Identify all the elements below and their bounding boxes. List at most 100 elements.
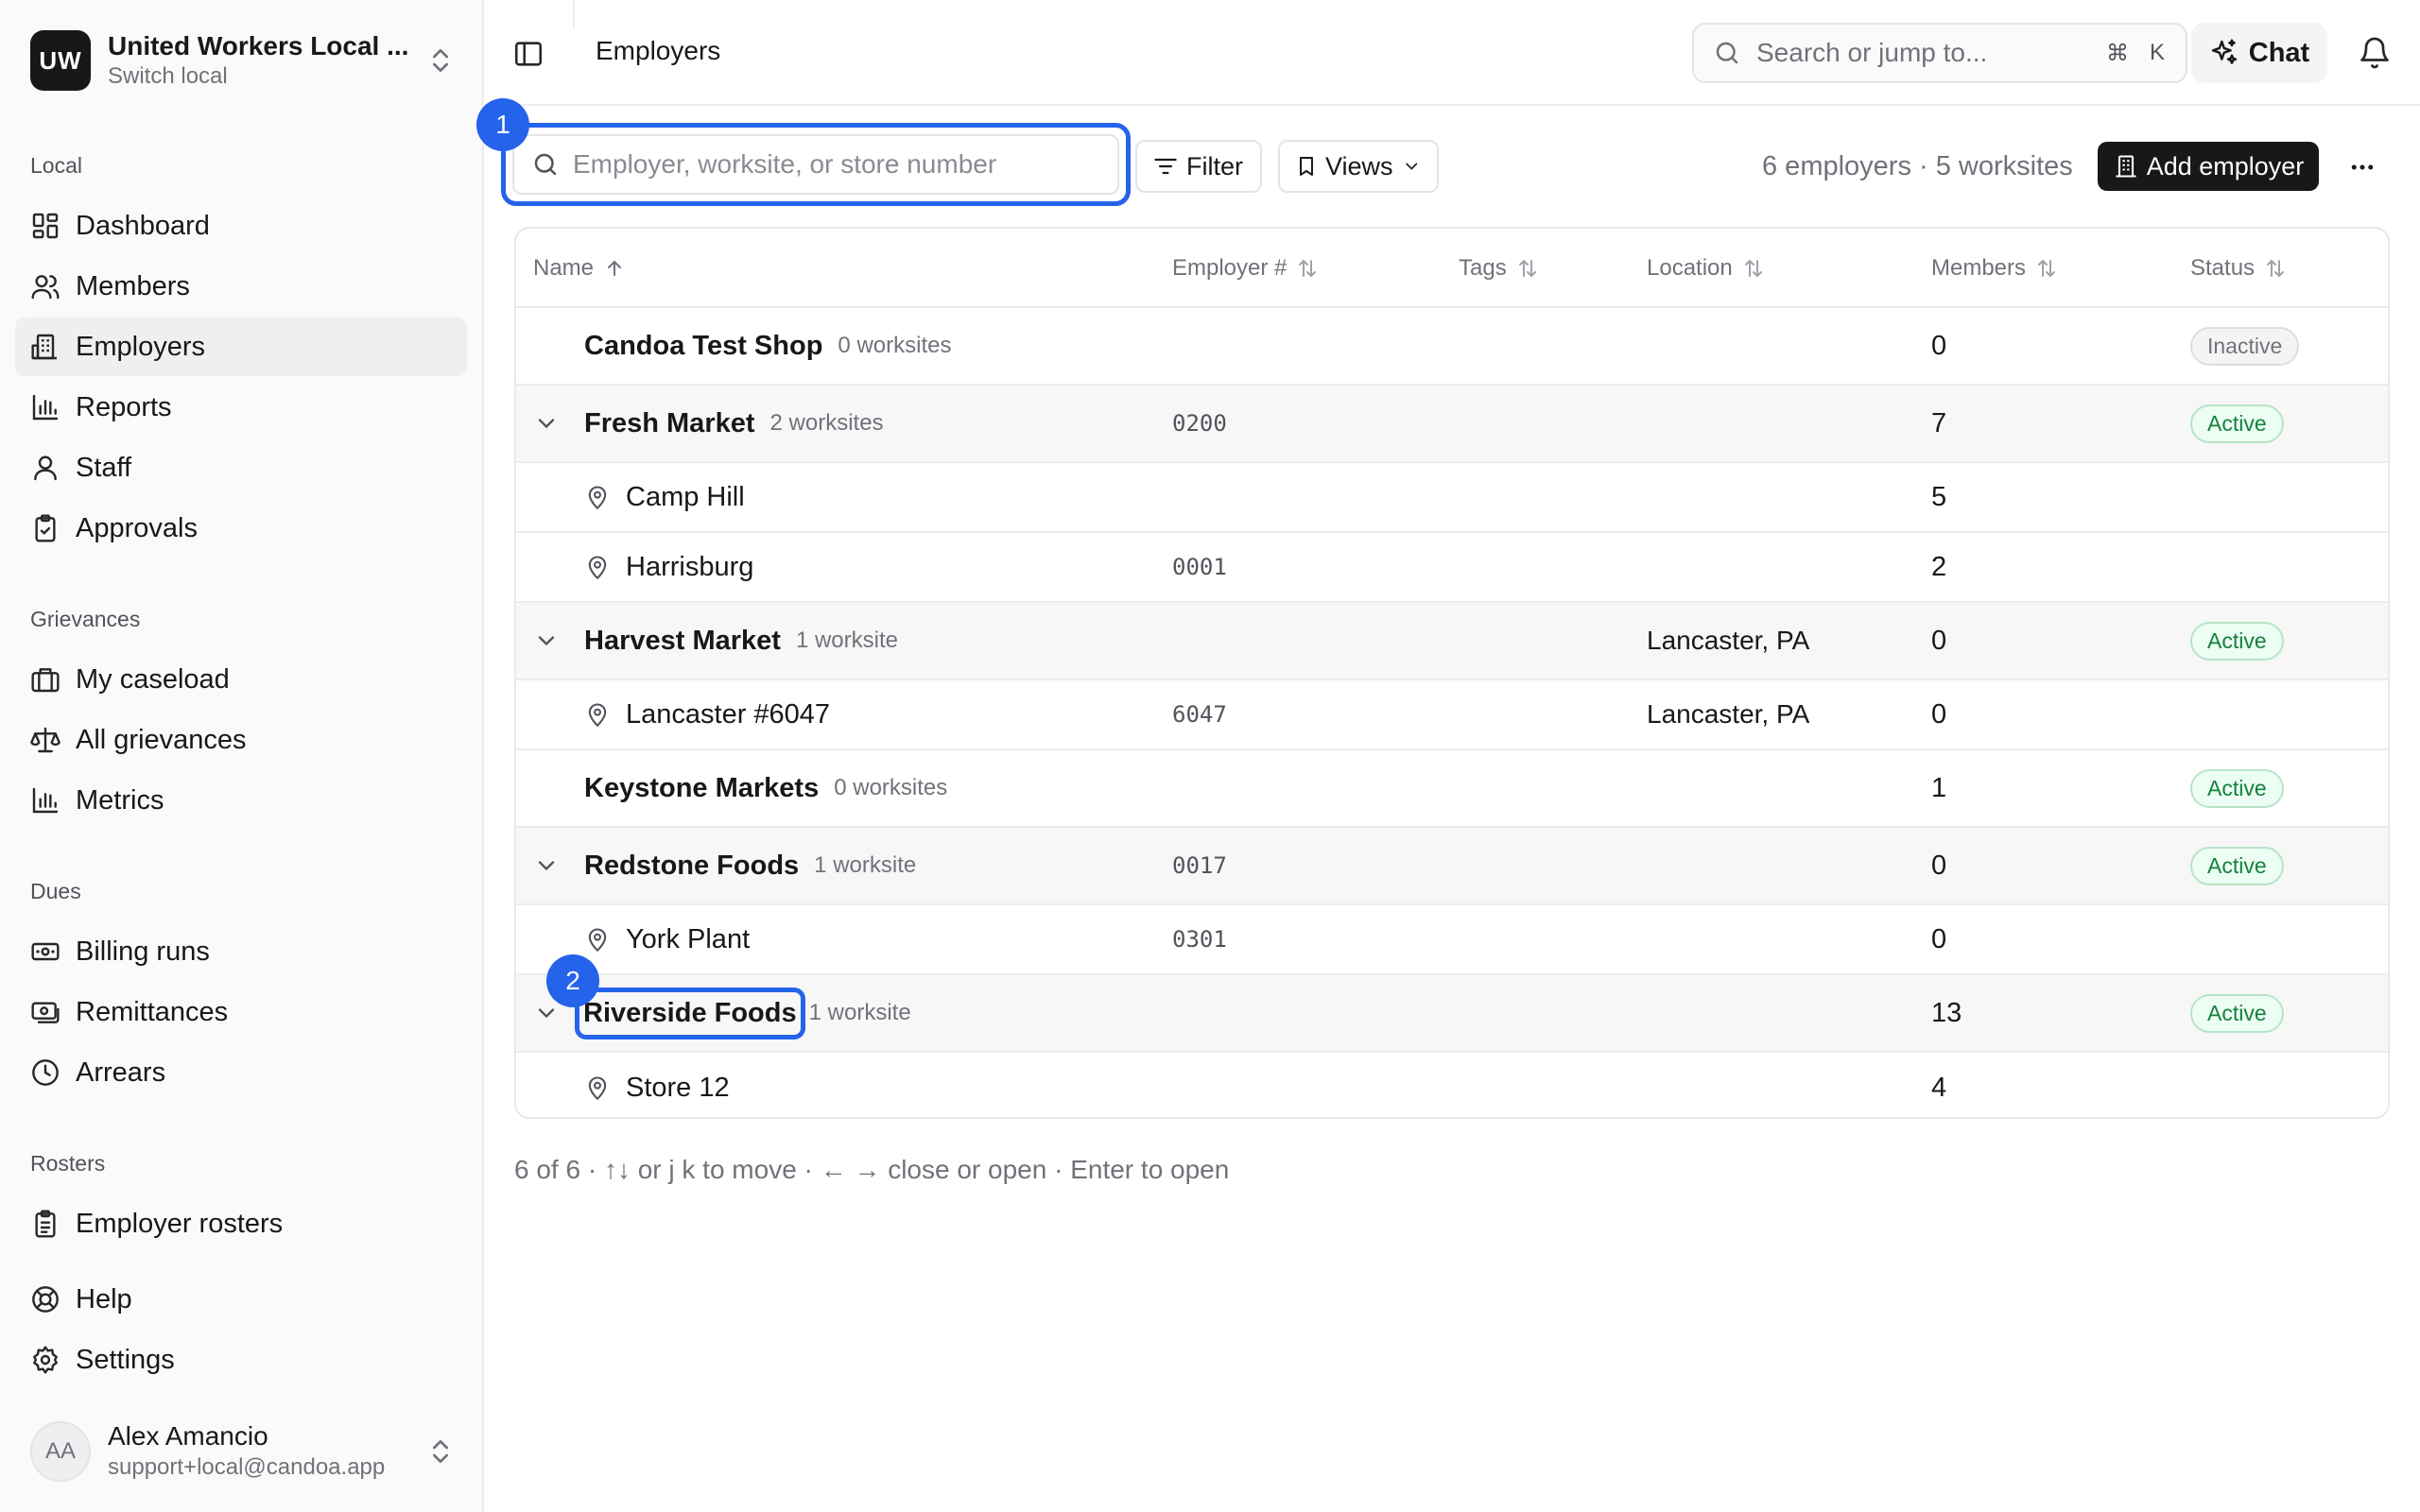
employer-name[interactable]: Keystone Markets <box>584 773 819 804</box>
worksite-name[interactable]: Lancaster #6047 <box>626 699 830 730</box>
worksite-row[interactable]: York Plant 0301 0 <box>516 905 2388 975</box>
worksite-name[interactable]: York Plant <box>626 924 750 955</box>
sidebar-item-my-caseload[interactable]: My caseload <box>15 650 467 709</box>
sort-icon <box>1744 259 1762 278</box>
column-header-name[interactable]: Name <box>533 255 626 282</box>
sidebar-item-label: Remittances <box>76 997 229 1027</box>
sidebar-item-reports[interactable]: Reports <box>15 378 467 437</box>
org-name: United Workers Local ... <box>108 31 409 60</box>
location: Lancaster, PA <box>1647 626 1810 655</box>
group-label-rosters: Rosters <box>30 1151 106 1176</box>
employer-name[interactable]: Riverside Foods <box>575 987 805 1040</box>
employer-name[interactable]: Redstone Foods <box>584 850 799 882</box>
worksite-name[interactable]: Camp Hill <box>626 482 745 513</box>
sort-icon <box>2038 259 2056 278</box>
status-badge: Active <box>2190 621 2284 661</box>
expand-toggle[interactable] <box>533 603 560 679</box>
worksite-row[interactable]: Lancaster #6047 6047 Lancaster, PA 0 <box>516 680 2388 750</box>
worksite-row[interactable]: Harrisburg 0001 2 <box>516 533 2388 603</box>
chevron-down-icon <box>538 419 555 429</box>
employer-row[interactable]: Fresh Market 2 worksites 0200 7 Active <box>516 386 2388 463</box>
worksite-row[interactable]: Store 12 4 <box>516 1053 2388 1117</box>
worksite-name[interactable]: Store 12 <box>626 1073 730 1104</box>
column-label: Name <box>533 255 595 281</box>
column-label: Members <box>1931 255 2027 281</box>
members-count: 0 <box>1931 850 1947 881</box>
sidebar-item-dashboard[interactable]: Dashboard <box>15 197 467 255</box>
sidebar-item-label: Metrics <box>76 785 164 816</box>
sidebar-item-employers[interactable]: Employers <box>15 318 467 376</box>
employer-row[interactable]: Candoa Test Shop 0 worksites 0 Inactive <box>516 308 2388 386</box>
sidebar-item-billing-runs[interactable]: Billing runs <box>15 922 467 981</box>
add-employer-button[interactable]: Add employer <box>2098 142 2319 191</box>
map-pin-icon <box>588 928 607 953</box>
expand-toggle[interactable] <box>533 386 560 461</box>
employer-search-field[interactable] <box>512 134 1119 195</box>
more-horizontal-icon[interactable] <box>2348 153 2377 181</box>
employer-counts: 6 employers · 5 worksites <box>1762 151 2073 181</box>
sidebar-item-remittances[interactable]: Remittances <box>15 983 467 1041</box>
worksite-count: 0 worksites <box>834 775 948 800</box>
chevron-down-icon <box>538 861 555 871</box>
members-count: 4 <box>1931 1072 1947 1103</box>
sparkles-icon <box>2211 39 2237 64</box>
employer-search-highlight <box>501 123 1131 206</box>
filter-button[interactable]: Filter <box>1135 140 1262 193</box>
sidebar-item-arrears[interactable]: Arrears <box>15 1043 467 1102</box>
life-buoy-icon <box>32 1286 59 1313</box>
employer-name[interactable]: Candoa Test Shop <box>584 331 822 362</box>
org-switcher[interactable]: UW United Workers Local ... Switch local <box>30 28 456 93</box>
group-label-grievances: Grievances <box>30 607 141 631</box>
employer-name[interactable]: Fresh Market <box>584 408 755 439</box>
employer-row[interactable]: Keystone Markets 0 worksites 1 Active <box>516 750 2388 828</box>
column-header-tags[interactable]: Tags <box>1459 255 1539 282</box>
sidebar-toggle-icon[interactable] <box>512 38 544 70</box>
sidebar-item-label: All grievances <box>76 725 247 755</box>
user-menu[interactable]: AA Alex Amancio support+local@candoa.app <box>30 1418 456 1486</box>
column-header-status[interactable]: Status <box>2190 255 2287 282</box>
sidebar-item-settings[interactable]: Settings <box>15 1331 467 1389</box>
column-header-location[interactable]: Location <box>1647 255 1765 282</box>
divider <box>573 0 575 28</box>
worksite-count: 0 worksites <box>838 333 952 358</box>
employer-row[interactable]: Redstone Foods 1 worksite 0017 0 Active <box>516 828 2388 905</box>
employer-row[interactable]: Riverside Foods 1 worksite 13 Active <box>516 975 2388 1053</box>
page-title: Employers <box>596 36 721 65</box>
chat-button[interactable]: Chat <box>2191 23 2327 83</box>
views-button[interactable]: Views <box>1278 140 1439 193</box>
employer-name[interactable]: Harvest Market <box>584 626 781 657</box>
column-header-members[interactable]: Members <box>1931 255 2058 282</box>
sidebar-item-employer-rosters[interactable]: Employer rosters <box>15 1194 467 1253</box>
sidebar-item-staff[interactable]: Staff <box>15 438 467 497</box>
worksite-count: 1 worksite <box>808 1000 911 1025</box>
clock-icon <box>32 1059 59 1086</box>
worksite-row[interactable]: Camp Hill 5 <box>516 463 2388 533</box>
employer-number: 0017 <box>1172 852 1227 879</box>
column-label: Tags <box>1459 255 1507 281</box>
members-count: 2 <box>1931 551 1947 582</box>
sidebar-item-label: Dashboard <box>76 211 210 241</box>
members-count: 0 <box>1931 698 1947 730</box>
sidebar-item-all-grievances[interactable]: All grievances <box>15 711 467 769</box>
employer-number: 0200 <box>1172 410 1227 437</box>
sidebar-item-members[interactable]: Members <box>15 257 467 316</box>
bookmark-icon <box>1299 157 1313 176</box>
column-header-employer-number[interactable]: Employer # <box>1172 255 1319 282</box>
sidebar-item-label: Staff <box>76 453 132 483</box>
employer-number: 6047 <box>1172 701 1227 728</box>
sidebar-item-help[interactable]: Help <box>15 1270 467 1329</box>
status-badge: Active <box>2190 846 2284 885</box>
sidebar-item-metrics[interactable]: Metrics <box>15 771 467 830</box>
clipboard-check-icon <box>35 514 56 542</box>
dashboard-icon <box>32 213 59 239</box>
expand-toggle[interactable] <box>533 828 560 903</box>
avatar: AA <box>30 1421 91 1482</box>
sidebar-item-approvals[interactable]: Approvals <box>15 499 467 558</box>
bell-icon[interactable] <box>2358 36 2392 70</box>
global-search[interactable]: Search or jump to... ⌘ K <box>1692 23 2187 83</box>
employer-search-input[interactable] <box>573 149 1064 180</box>
worksite-name[interactable]: Harrisburg <box>626 552 753 583</box>
employer-row[interactable]: Harvest Market 1 worksite Lancaster, PA … <box>516 603 2388 680</box>
sidebar-item-label: My caseload <box>76 664 230 695</box>
employer-number: 0301 <box>1172 926 1227 953</box>
